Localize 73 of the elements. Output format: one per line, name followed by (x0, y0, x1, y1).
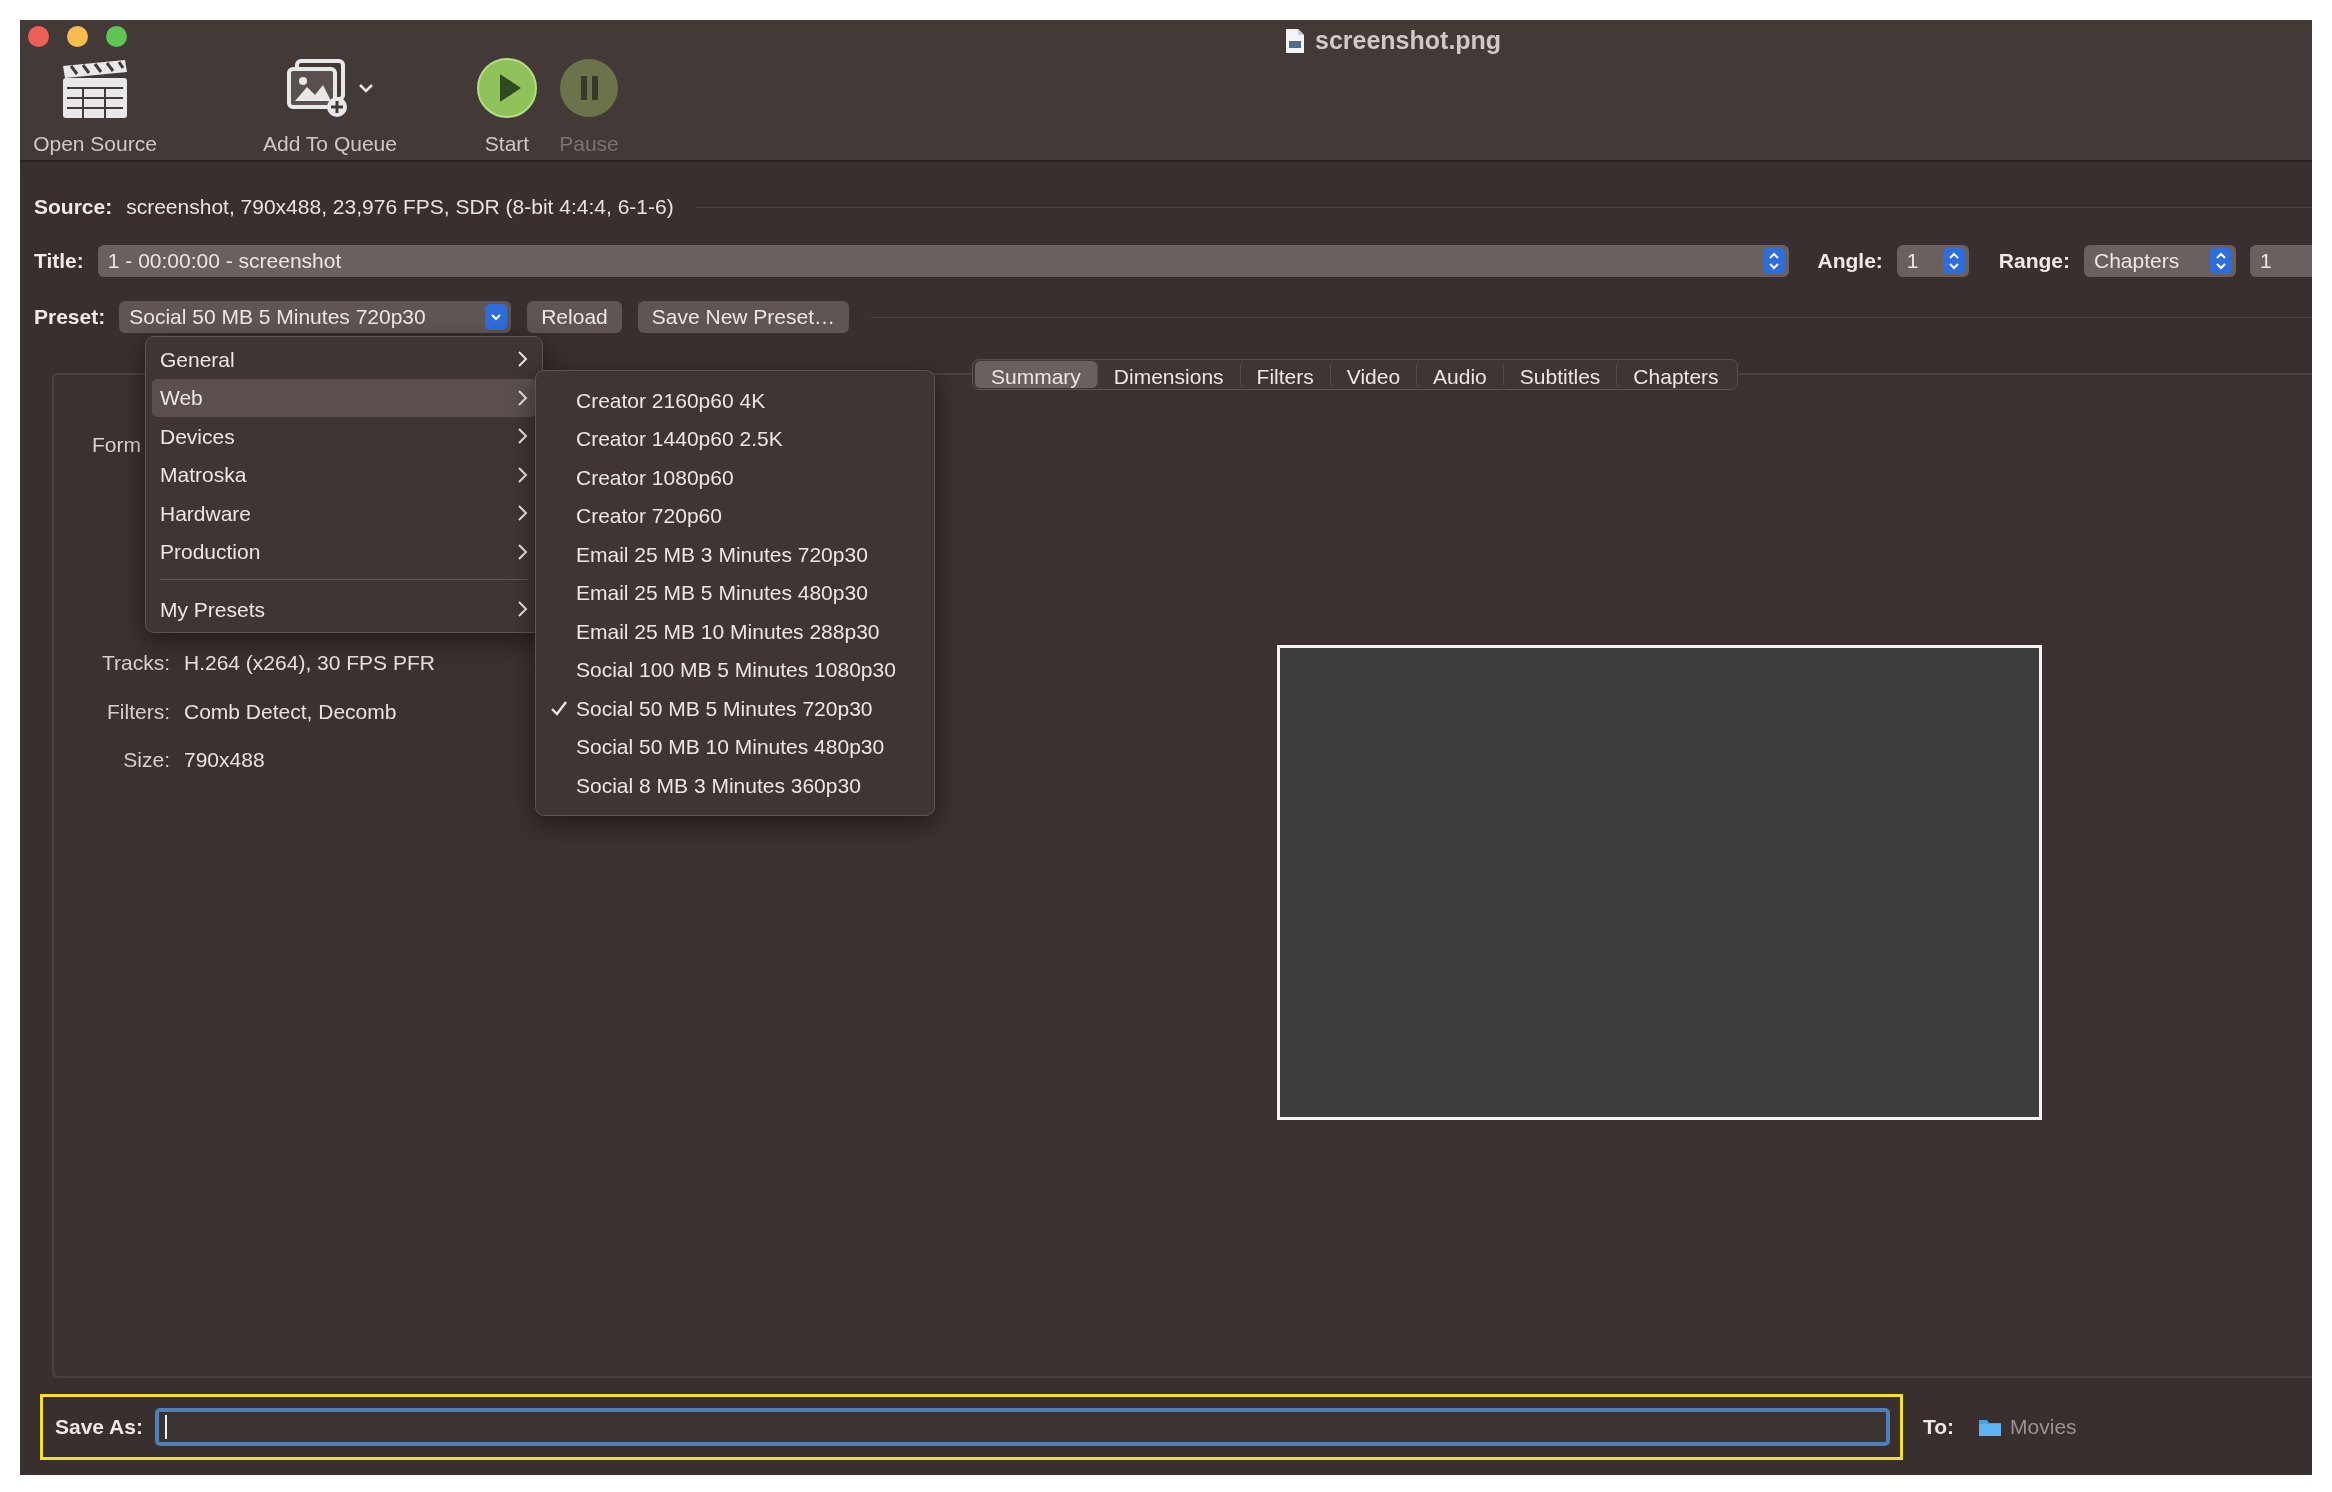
minimize-button[interactable] (67, 26, 88, 47)
chevron-right-icon (517, 350, 528, 369)
chevron-right-icon (517, 600, 528, 619)
preset-button[interactable]: Reload (527, 301, 622, 333)
caret-icon (357, 82, 375, 94)
toolbar-button[interactable]: Open Source (20, 56, 170, 160)
menu-item[interactable]: Production (152, 532, 536, 571)
field-label: Title: (34, 248, 84, 275)
tab[interactable]: Dimensions (1096, 361, 1240, 388)
summary-label: Filters: (106, 698, 170, 725)
zoom-button[interactable] (106, 26, 127, 47)
play-icon (476, 57, 538, 119)
folder-link[interactable]: Movies (1978, 1410, 2077, 1443)
menu-item[interactable]: Creator 720p60 (542, 496, 928, 535)
input-field[interactable] (154, 1407, 1890, 1446)
preset-dropdown[interactable]: Social 50 MB 5 Minutes 720p30 (119, 301, 512, 333)
chevron-right-icon (517, 504, 528, 523)
field-label: Source: (34, 194, 113, 221)
summary-value: H.264 (x264), 30 FPS PFR (184, 650, 435, 676)
field-label: Preset: (34, 304, 106, 331)
tab[interactable]: Filters (1239, 361, 1330, 388)
menu-item[interactable]: Hardware (152, 494, 536, 533)
stepper-icon (1763, 248, 1786, 274)
menu-item[interactable]: My Presets (152, 590, 536, 629)
chevron-down-icon (485, 304, 508, 330)
menu-item[interactable]: Creator 1080p60 (542, 458, 928, 497)
menu-item[interactable]: Matroska (152, 455, 536, 494)
angle-dropdown[interactable]: 1 (1896, 245, 1969, 277)
tab[interactable]: Subtitles (1502, 361, 1617, 388)
menu-item[interactable]: Email 25 MB 5 Minutes 480p30 (542, 573, 928, 612)
menu-item[interactable]: Email 25 MB 3 Minutes 720p30 (542, 535, 928, 574)
chevron-right-icon (517, 465, 528, 484)
text-cursor (164, 1414, 167, 1439)
menu-item[interactable]: Social 8 MB 3 Minutes 360p30 (542, 766, 928, 805)
field-label: Angle: (1817, 248, 1883, 275)
field-label: Save As: (55, 1413, 143, 1440)
menu-item[interactable]: Social 50 MB 5 Minutes 720p30 (542, 689, 928, 728)
field-label: Form (92, 432, 141, 458)
preset-button[interactable]: Save New Preset… (637, 301, 849, 333)
field-label: Range: (1998, 248, 2070, 275)
pause-icon (558, 57, 620, 119)
field-label: To: (1923, 1413, 1955, 1440)
toolbar-button[interactable]: Add To Queue (240, 56, 420, 160)
menu-item[interactable]: General (152, 340, 536, 379)
menu-item[interactable]: Social 100 MB 5 Minutes 1080p30 (542, 650, 928, 689)
menu-item[interactable]: Devices (152, 417, 536, 456)
tab[interactable]: Audio (1416, 361, 1503, 388)
input-field[interactable]: 1 (2250, 245, 2312, 277)
tab[interactable]: Chapters (1616, 361, 1735, 388)
menu-item[interactable]: Web (152, 378, 536, 417)
document-icon (1285, 27, 1305, 54)
menu-item[interactable]: Social 50 MB 10 Minutes 480p30 (542, 727, 928, 766)
chevron-right-icon (517, 427, 528, 446)
source-info: screenshot, 790x488, 23,976 FPS, SDR (8-bit 4:4:4, 6-1-6) (126, 194, 674, 221)
title-dropdown[interactable]: 1 - 00:00:00 - screenshot (97, 245, 1790, 277)
image-stack-icon (285, 57, 349, 119)
menu-item[interactable]: Creator 1440p60 2.5K (542, 419, 928, 458)
toolbar-button[interactable]: Start (472, 56, 542, 160)
stepper-icon (1942, 248, 1965, 274)
range-dropdown[interactable]: Chapters (2084, 245, 2236, 277)
tab[interactable]: Video (1329, 361, 1417, 388)
summary-label: Tracks: (100, 650, 170, 676)
menu-item[interactable]: Creator 2160p60 4K (542, 381, 928, 420)
summary-label: Size: (122, 747, 170, 773)
chevron-right-icon (517, 388, 528, 407)
window-title: screenshot.png (1315, 25, 1502, 56)
close-button[interactable] (28, 26, 49, 47)
menu-item[interactable]: Email 25 MB 10 Minutes 288p30 (542, 612, 928, 651)
chevron-right-icon (517, 542, 528, 561)
tab[interactable]: Summary (975, 361, 1097, 388)
summary-value: Comb Detect, Decomb (184, 698, 398, 725)
summary-value: 790x488 (184, 747, 266, 773)
stepper-icon (2210, 248, 2232, 274)
